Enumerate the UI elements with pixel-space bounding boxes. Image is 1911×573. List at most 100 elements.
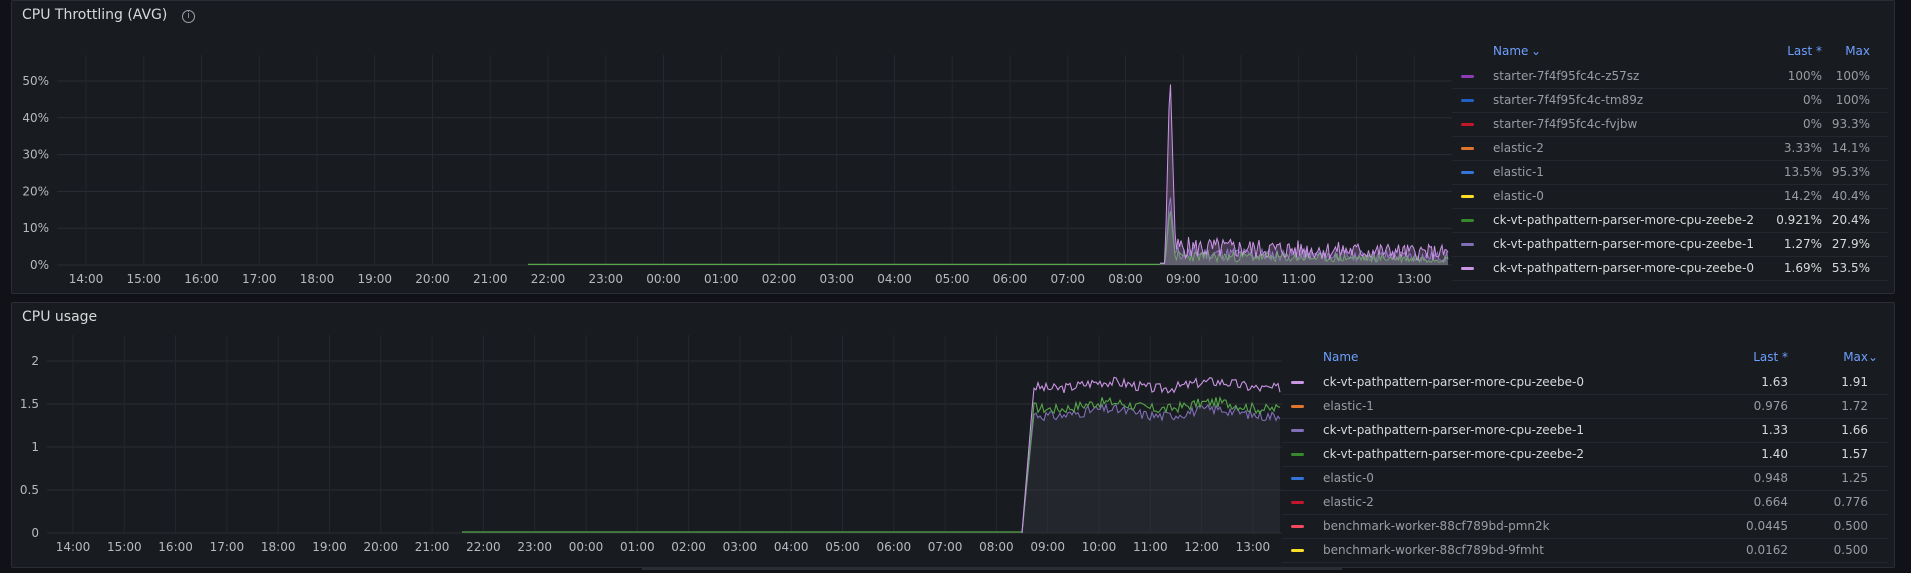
- legend-name: ck-vt-pathpattern-parser-more-cpu-zeebe-…: [1323, 423, 1585, 437]
- legend-row[interactable]: elastic-1 0.976 1.72: [1282, 395, 1888, 419]
- legend-max: 100%: [1835, 93, 1870, 107]
- legend-last: 100%: [1787, 69, 1822, 83]
- series-color-swatch: [1461, 171, 1474, 174]
- x-tick-label: 19:00: [357, 272, 392, 286]
- legend-max: 93.3%: [1831, 117, 1870, 131]
- cpu-usage-panel: CPU usage 2 1.5 1 0.5 0 14:00 15:00 16:00 17:00 1…: [11, 302, 1895, 568]
- legend-col-name[interactable]: Name: [1323, 350, 1358, 364]
- legend-name: starter-7f4f95fc4c-fvjbw: [1493, 117, 1638, 131]
- legend-max: 53.5%: [1831, 261, 1870, 275]
- series-color-swatch: [1291, 549, 1304, 552]
- legend-row[interactable]: elastic-2 0.664 0.776: [1282, 491, 1888, 515]
- legend-last: 1.40: [1761, 447, 1788, 461]
- legend-name: ck-vt-pathpattern-parser-more-cpu-zeebe-…: [1493, 213, 1755, 227]
- legend-row[interactable]: benchmark-worker-88cf789bd-pmn2k 0.0445 0.…: [1282, 515, 1888, 539]
- legend-max: 1.66: [1841, 423, 1868, 437]
- x-tick-label: 08:00: [1108, 272, 1143, 286]
- y-tick-label: 50%: [22, 74, 49, 88]
- legend-name: elastic-2: [1493, 141, 1544, 155]
- throttling-legend: Name ⌄ Last * Max starter-7f4f95fc4c-z57s…: [1452, 41, 1888, 289]
- legend-col-max[interactable]: Max: [1843, 350, 1868, 364]
- x-tick-label: 18:00: [300, 272, 335, 286]
- y-tick-label: 0%: [30, 258, 49, 272]
- legend-name: ck-vt-pathpattern-parser-more-cpu-zeebe-…: [1493, 237, 1755, 251]
- legend-col-last[interactable]: Last *: [1787, 44, 1822, 58]
- x-tick-label: 04:00: [877, 272, 912, 286]
- legend-row[interactable]: starter-7f4f95fc4c-fvjbw 0% 93.3%: [1452, 113, 1888, 137]
- legend-row[interactable]: elastic-0 0.948 1.25: [1282, 467, 1888, 491]
- legend-max: 1.91: [1841, 375, 1868, 389]
- legend-col-last[interactable]: Last *: [1753, 350, 1788, 364]
- legend-name: ck-vt-pathpattern-parser-more-cpu-zeebe-…: [1323, 375, 1585, 389]
- legend-name: ck-vt-pathpattern-parser-more-cpu-zeebe-…: [1323, 447, 1585, 461]
- legend-last: 0.921%: [1776, 213, 1822, 227]
- legend-row[interactable]: elastic-0 14.2% 40.4%: [1452, 185, 1888, 209]
- legend-last: 13.5%: [1783, 165, 1822, 179]
- x-tick-label: 05:00: [935, 272, 970, 286]
- x-tick-label: 05:00: [825, 540, 860, 554]
- legend-max: 27.9%: [1831, 237, 1870, 251]
- legend-max: 40.4%: [1831, 189, 1870, 203]
- legend-max: 1.25: [1841, 471, 1868, 485]
- legend-header: Name Last * Max ⌄: [1282, 347, 1888, 369]
- legend-row[interactable]: benchmark-worker-88cf789bd-9fmht 0.0162 0.…: [1282, 539, 1888, 563]
- legend-max: 14.1%: [1831, 141, 1870, 155]
- x-tick-label: 21:00: [415, 540, 450, 554]
- series-color-swatch: [1291, 381, 1304, 384]
- sort-desc-icon: ⌄: [1531, 44, 1542, 58]
- legend-row[interactable]: ck-vt-pathpattern-parser-more-cpu-zeebe-…: [1452, 257, 1888, 281]
- cpu-usage-graph[interactable]: 2 1.5 1 0.5 0 14:00 15:00 16:00 17:00 18:00 19:00 2…: [12, 303, 1282, 567]
- x-tick-label: 12:00: [1339, 272, 1374, 286]
- series-area: [1022, 404, 1280, 533]
- legend-col-name[interactable]: Name: [1493, 44, 1528, 58]
- series-line: [1160, 84, 1449, 264]
- series-color-swatch: [1461, 243, 1474, 246]
- legend-row[interactable]: starter-7f4f95fc4c-z57sz 100% 100%: [1452, 65, 1888, 89]
- legend-name: elastic-1: [1323, 399, 1374, 413]
- x-tick-label: 02:00: [671, 540, 706, 554]
- x-tick-label: 10:00: [1082, 540, 1117, 554]
- x-tick-label: 13:00: [1397, 272, 1432, 286]
- x-tick-label: 14:00: [56, 540, 91, 554]
- legend-row[interactable]: ck-vt-pathpattern-parser-more-cpu-zeebe-…: [1452, 233, 1888, 257]
- x-tick-label: 23:00: [517, 540, 552, 554]
- legend-row[interactable]: ck-vt-pathpattern-parser-more-cpu-zeebe-…: [1282, 371, 1888, 395]
- series-color-swatch: [1291, 477, 1304, 480]
- scroll-indicator: [642, 568, 1342, 570]
- series-color-swatch: [1461, 99, 1474, 102]
- x-tick-label: 18:00: [261, 540, 296, 554]
- legend-row[interactable]: ck-vt-pathpattern-parser-more-cpu-zeebe-…: [1282, 419, 1888, 443]
- x-tick-label: 14:00: [69, 272, 104, 286]
- x-tick-label: 23:00: [588, 272, 623, 286]
- legend-max: 0.500: [1833, 519, 1868, 533]
- series-color-swatch: [1291, 501, 1304, 504]
- throttling-graph[interactable]: 50% 40% 30% 20% 10% 0% 14:00 15:00 16:00 17:00 18:…: [12, 1, 1452, 293]
- x-tick-label: 02:00: [762, 272, 797, 286]
- series-color-swatch: [1291, 429, 1304, 432]
- cpu-throttling-panel: CPU Throttling (AVG) i 50% 40% 30% 20% 10% 0%…: [11, 0, 1895, 294]
- series-color-swatch: [1291, 525, 1304, 528]
- y-tick-label: 2: [31, 354, 39, 368]
- x-tick-label: 22:00: [466, 540, 501, 554]
- legend-max: 100%: [1835, 69, 1870, 83]
- legend-row[interactable]: ck-vt-pathpattern-parser-more-cpu-zeebe-…: [1282, 443, 1888, 467]
- x-tick-label: 21:00: [473, 272, 508, 286]
- legend-max: 0.776: [1833, 495, 1868, 509]
- x-tick-label: 15:00: [126, 272, 161, 286]
- legend-last: 1.69%: [1783, 261, 1822, 275]
- legend-last: 0.976: [1753, 399, 1788, 413]
- x-tick-label: 08:00: [979, 540, 1014, 554]
- x-tick-label: 00:00: [569, 540, 604, 554]
- legend-row[interactable]: elastic-2 3.33% 14.1%: [1452, 137, 1888, 161]
- legend-row[interactable]: starter-7f4f95fc4c-tm89z 0% 100%: [1452, 89, 1888, 113]
- legend-last: 14.2%: [1783, 189, 1822, 203]
- x-tick-label: 10:00: [1224, 272, 1259, 286]
- legend-last: 0%: [1802, 93, 1822, 107]
- legend-row[interactable]: elastic-1 13.5% 95.3%: [1452, 161, 1888, 185]
- legend-name: ck-vt-pathpattern-parser-more-cpu-zeebe-…: [1493, 261, 1755, 275]
- legend-col-max[interactable]: Max: [1845, 44, 1870, 58]
- legend-last: 1.27%: [1783, 237, 1822, 251]
- series-color-swatch: [1291, 453, 1304, 456]
- legend-row[interactable]: ck-vt-pathpattern-parser-more-cpu-zeebe-…: [1452, 209, 1888, 233]
- legend-name: elastic-2: [1323, 495, 1374, 509]
